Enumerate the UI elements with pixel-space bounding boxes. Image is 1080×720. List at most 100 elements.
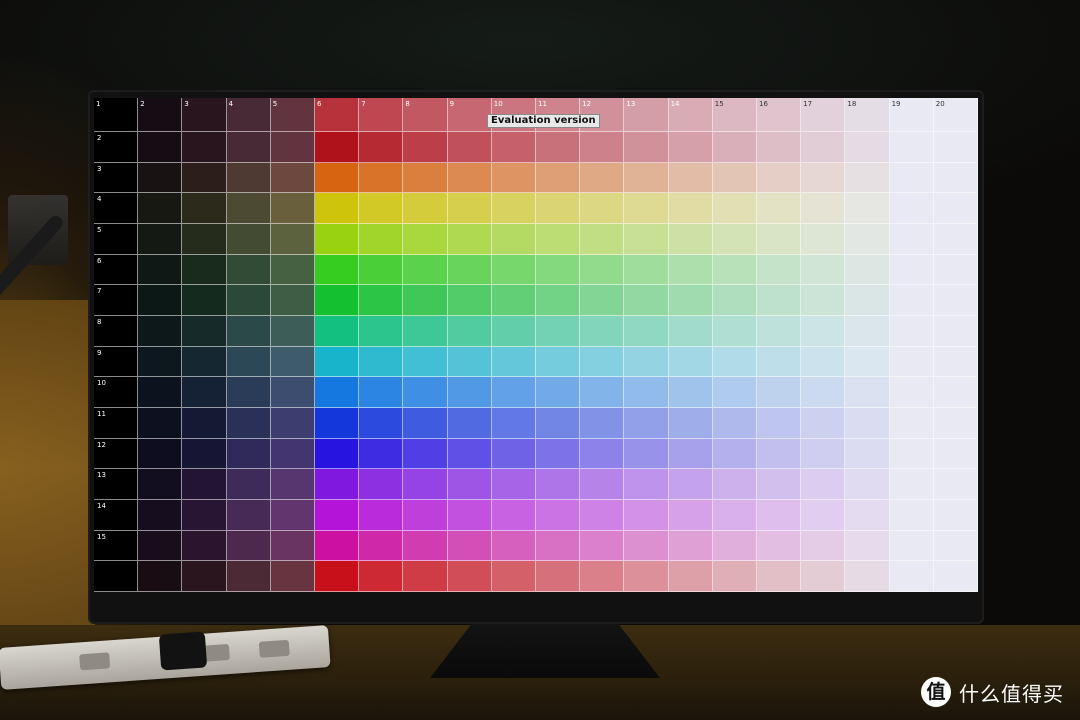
- monitor-screen: 1 2 3 4 5 6 7 8 9 10 11 12 13 14 15 16 17 18 19 20 2 3 4 5 6 7 8 9 1…: [94, 98, 978, 592]
- color-cell: [403, 285, 448, 316]
- color-cell: [359, 469, 404, 500]
- color-cell: [359, 561, 404, 592]
- color-cell: [138, 224, 183, 255]
- color-cell: [182, 224, 227, 255]
- color-cell: [403, 162, 448, 194]
- color-cell: [801, 285, 846, 316]
- color-cell: [359, 500, 404, 531]
- color-cell: [845, 500, 890, 531]
- color-cell: [801, 254, 846, 286]
- column-number: 10: [493, 100, 503, 108]
- color-cell: [315, 316, 360, 347]
- color-cell: [757, 316, 802, 347]
- color-cell: [359, 408, 404, 439]
- color-cell: [801, 316, 846, 347]
- color-cell: [359, 346, 404, 378]
- color-cell: [845, 254, 890, 286]
- row-number: 7: [97, 287, 102, 296]
- row-number: 12: [97, 440, 106, 449]
- row-number: 10: [97, 379, 106, 388]
- watermark-logo-icon: 值: [921, 677, 951, 707]
- color-cell: [447, 561, 492, 592]
- color-cell: [624, 346, 669, 378]
- color-cell: [138, 162, 183, 194]
- color-cell: [182, 193, 227, 224]
- color-cell: [757, 193, 802, 224]
- color-cell: [270, 561, 315, 592]
- color-cell: [624, 224, 669, 255]
- color-cell: [624, 254, 669, 286]
- color-cell: [801, 162, 846, 194]
- color-cell: [226, 132, 271, 163]
- color-cell: [226, 377, 271, 408]
- color-cell: [182, 530, 227, 562]
- color-cell: [270, 193, 315, 224]
- color-cell: [447, 377, 492, 408]
- color-cell: [580, 408, 625, 439]
- color-cell: [668, 530, 713, 562]
- row-number: 2: [97, 134, 102, 142]
- color-cell: [359, 285, 404, 316]
- color-cell: [624, 530, 669, 562]
- color-cell: [270, 408, 315, 439]
- color-cell: [491, 469, 536, 500]
- color-cell: [226, 285, 271, 316]
- column-number: 6: [317, 100, 322, 108]
- color-cell: [270, 346, 315, 378]
- color-cell: [801, 408, 846, 439]
- color-cell: [138, 561, 183, 592]
- color-cell: [491, 254, 536, 286]
- color-cell: [536, 224, 581, 255]
- color-cell: [315, 162, 360, 194]
- color-cell: [668, 377, 713, 408]
- color-cell: [447, 346, 492, 378]
- color-cell: [668, 438, 713, 470]
- color-cell: [359, 254, 404, 286]
- color-cell: [315, 254, 360, 286]
- color-cell: [580, 561, 625, 592]
- color-cell: [447, 224, 492, 255]
- color-cell: [845, 193, 890, 224]
- color-cell: [403, 561, 448, 592]
- color-cell: [138, 438, 183, 470]
- color-cell: [889, 254, 934, 286]
- color-cell: [447, 500, 492, 531]
- color-cell: [933, 500, 978, 531]
- color-cell: [447, 162, 492, 194]
- power-socket: [258, 639, 290, 658]
- color-cell: [270, 377, 315, 408]
- watermark: 值 什么值得买: [921, 676, 1064, 708]
- color-cell: [668, 469, 713, 500]
- column-number: 15: [714, 100, 724, 108]
- color-cell: [712, 285, 757, 316]
- color-cell: [712, 224, 757, 255]
- row-number: 13: [97, 471, 106, 480]
- color-cell: [270, 254, 315, 286]
- watermark-text: 什么值得买: [959, 681, 1064, 706]
- color-cell: [624, 132, 669, 163]
- color-cell: [889, 316, 934, 347]
- color-cell: [359, 316, 404, 347]
- color-cell: [845, 316, 890, 347]
- color-cell: [491, 162, 536, 194]
- color-cell: [845, 438, 890, 470]
- color-cell: [403, 438, 448, 470]
- color-cell: [933, 438, 978, 470]
- column-number: 4: [228, 100, 234, 108]
- color-cell: [580, 224, 625, 255]
- color-cell: [138, 408, 183, 439]
- column-number: 16: [759, 100, 768, 108]
- column-number: 12: [582, 100, 592, 108]
- color-cell: [757, 438, 802, 470]
- color-cell: [226, 193, 271, 224]
- column-number: 19: [891, 100, 901, 108]
- color-cell: [447, 132, 492, 163]
- color-cell: [712, 346, 757, 378]
- color-cell: [536, 254, 581, 286]
- color-cell: [315, 438, 360, 470]
- color-cell: [138, 316, 183, 347]
- color-cell: [315, 469, 360, 500]
- color-cell: [226, 469, 271, 500]
- color-cell: [138, 254, 183, 286]
- color-cell: [668, 224, 713, 255]
